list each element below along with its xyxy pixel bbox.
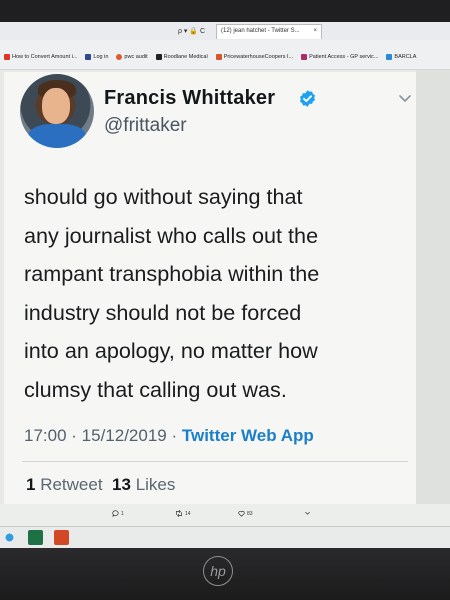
tweet-time[interactable]: 17:00 <box>24 426 67 445</box>
right-side-panel <box>416 70 450 525</box>
taskbar <box>0 526 450 548</box>
like-action-count: 83 <box>247 510 253 517</box>
browser-app-icon[interactable] <box>2 530 17 545</box>
tweet-text: should go without saying that any journa… <box>24 178 408 410</box>
tweet-text-line: into an apology, no matter how <box>24 338 318 364</box>
tweet-source-link[interactable]: Twitter Web App <box>182 426 314 445</box>
tweet-text-line: any journalist who calls out the <box>24 222 319 248</box>
reply-icon <box>112 510 119 517</box>
divider <box>22 461 408 462</box>
retweet-icon <box>176 510 182 517</box>
retweet-count: 1 <box>26 475 36 494</box>
share-button[interactable] <box>304 510 311 517</box>
close-icon[interactable]: × <box>313 28 317 34</box>
bookmark-item[interactable]: Patient Access - GP servic... <box>301 54 378 60</box>
bookmarks-bar: How to Convert Amount i... Log in pwc au… <box>0 40 450 70</box>
retweet-label: Retweet <box>40 475 103 494</box>
tweet-meta: 17:00 · 15/12/2019 · Twitter Web App <box>24 426 314 445</box>
author-handle[interactable]: @frittaker <box>104 115 187 137</box>
like-button[interactable]: 83 <box>238 510 253 517</box>
bookmark-item[interactable]: pwc audit <box>116 54 148 60</box>
reply-count: 1 <box>121 510 124 517</box>
bookmark-favicon-icon <box>301 54 308 60</box>
likes-count: 13 <box>112 475 131 494</box>
share-icon <box>305 511 310 515</box>
verified-badge-icon <box>299 90 316 107</box>
tweet-stats: 1 Retweet 13 Likes <box>26 475 175 495</box>
bookmark-item[interactable]: How to Convert Amount i... <box>4 54 77 60</box>
bookmark-item[interactable]: Log in <box>85 54 108 60</box>
retweet-stat[interactable]: 1 Retweet <box>26 475 103 494</box>
browser-address-bar: ρ ▾ 🔒 C (12) jean hatchet - Twitter S...… <box>0 22 450 40</box>
likes-stat[interactable]: 13 Likes <box>112 475 175 494</box>
chevron-down-icon[interactable] <box>398 94 412 104</box>
tweet-text-line: rampant transphobia within the <box>24 261 320 287</box>
retweet-action-count: 14 <box>185 510 191 517</box>
avatar[interactable] <box>20 74 94 148</box>
reply-button[interactable]: 1 <box>112 510 124 517</box>
address-bar-icons[interactable]: ρ ▾ 🔒 C <box>178 27 205 35</box>
bookmark-favicon-icon <box>4 54 10 60</box>
author-display-name[interactable]: Francis Whittaker <box>104 87 275 110</box>
likes-label: Likes <box>135 475 176 494</box>
bookmark-item[interactable]: PricewaterhouseCoopers I... <box>215 54 293 60</box>
hp-logo: hp <box>203 556 233 586</box>
bookmark-favicon-icon <box>386 54 393 60</box>
bookmark-favicon-icon <box>85 54 92 60</box>
tweet-date[interactable]: 15/12/2019 <box>82 426 167 445</box>
tweet-text-line: industry should not be forced <box>24 299 302 325</box>
tweet-action-bar: 1 14 83 <box>0 504 450 526</box>
bookmark-item[interactable]: Roodlane Medical <box>155 54 208 60</box>
heart-icon <box>238 511 245 517</box>
browser-tab-title: (12) jean hatchet - Twitter S... <box>221 28 300 34</box>
tweet-text-line: should go without saying that <box>24 184 303 209</box>
browser-tab[interactable]: (12) jean hatchet - Twitter S... × <box>216 24 322 39</box>
taskbar-app-icon[interactable] <box>54 530 69 545</box>
bookmark-item[interactable]: BARCLA <box>386 54 416 60</box>
bookmark-favicon-icon <box>215 54 222 60</box>
bookmark-favicon-icon <box>155 54 162 60</box>
bookmark-favicon-icon <box>116 54 123 60</box>
excel-app-icon[interactable] <box>28 530 43 545</box>
retweet-button[interactable]: 14 <box>175 510 191 517</box>
tweet-text-line: clumsy that calling out was. <box>24 376 287 402</box>
